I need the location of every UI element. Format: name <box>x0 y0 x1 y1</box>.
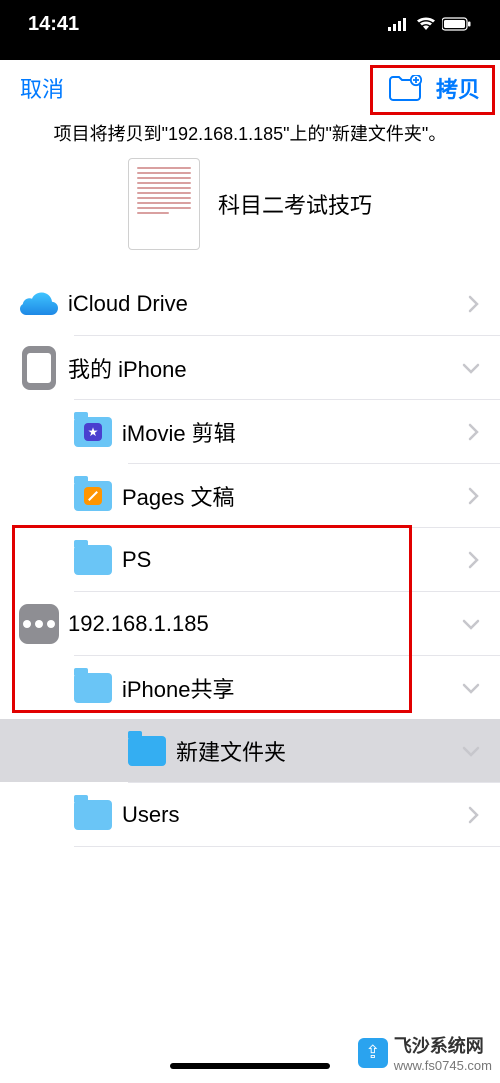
chevron-right-icon <box>468 295 480 313</box>
pages-folder-icon <box>74 481 112 511</box>
icloud-icon <box>19 291 59 317</box>
copy-destination-info: 项目将拷贝到"192.168.1.185"上的"新建文件夹"。 <box>0 116 500 152</box>
folder-icon <box>74 800 112 830</box>
location-label: 我的 iPhone <box>62 352 462 384</box>
watermark: ⇪ 飞沙系统网 www.fs0745.com <box>358 1032 492 1073</box>
chevron-down-icon <box>462 362 480 374</box>
folder-label: Pages 文稿 <box>116 480 468 512</box>
folder-label: PS <box>116 547 468 573</box>
chevron-right-icon <box>468 423 480 441</box>
copy-button[interactable]: 拷贝 <box>436 72 480 104</box>
watermark-brand: 飞沙系统网 <box>394 1036 484 1056</box>
location-label: iCloud Drive <box>62 291 468 317</box>
folder-label: iPhone共享 <box>116 672 462 704</box>
signal-icon <box>388 17 410 31</box>
document-thumbnail <box>128 158 200 250</box>
wifi-icon <box>416 17 436 31</box>
folder-icon <box>74 673 112 703</box>
location-label: 192.168.1.185 <box>62 611 462 637</box>
nav-bar: 取消 拷贝 <box>0 60 500 116</box>
folder-icon <box>128 736 166 766</box>
chevron-right-icon <box>468 806 480 824</box>
folder-iphone-share[interactable]: iPhone共享 <box>0 656 500 719</box>
network-server-icon <box>19 604 59 644</box>
folder-label: iMovie 剪辑 <box>116 416 468 448</box>
watermark-logo-icon: ⇪ <box>358 1038 388 1068</box>
folder-pages[interactable]: Pages 文稿 <box>0 464 500 527</box>
new-folder-icon[interactable] <box>388 75 422 101</box>
copy-sheet: 取消 拷贝 项目将拷贝到"192.168.1.185"上的"新建文件夹"。 科目… <box>0 60 500 847</box>
status-icons <box>388 17 472 31</box>
sheet-backdrop <box>0 48 500 60</box>
chevron-down-icon <box>462 745 480 757</box>
separator <box>74 846 500 847</box>
cancel-button[interactable]: 取消 <box>20 72 64 104</box>
folder-users[interactable]: Users <box>0 783 500 846</box>
location-server[interactable]: 192.168.1.185 <box>0 592 500 655</box>
nav-right: 拷贝 <box>388 72 480 104</box>
status-bar: 14:41 <box>0 0 500 48</box>
battery-icon <box>442 17 472 31</box>
iphone-icon <box>22 346 56 390</box>
folder-label: Users <box>116 802 468 828</box>
folder-imovie[interactable]: ★ iMovie 剪辑 <box>0 400 500 463</box>
document-preview: 科目二考试技巧 <box>0 152 500 272</box>
location-icloud-drive[interactable]: iCloud Drive <box>0 272 500 335</box>
folder-ps[interactable]: PS <box>0 528 500 591</box>
chevron-right-icon <box>468 487 480 505</box>
home-indicator <box>170 1063 330 1069</box>
watermark-url: www.fs0745.com <box>394 1058 492 1073</box>
chevron-down-icon <box>462 618 480 630</box>
folder-new-folder[interactable]: 新建文件夹 <box>0 719 500 782</box>
chevron-down-icon <box>462 682 480 694</box>
document-title: 科目二考试技巧 <box>218 188 372 220</box>
location-my-iphone[interactable]: 我的 iPhone <box>0 336 500 399</box>
imovie-folder-icon: ★ <box>74 417 112 447</box>
chevron-right-icon <box>468 551 480 569</box>
status-time: 14:41 <box>28 13 79 36</box>
folder-icon <box>74 545 112 575</box>
folder-label: 新建文件夹 <box>170 735 462 767</box>
